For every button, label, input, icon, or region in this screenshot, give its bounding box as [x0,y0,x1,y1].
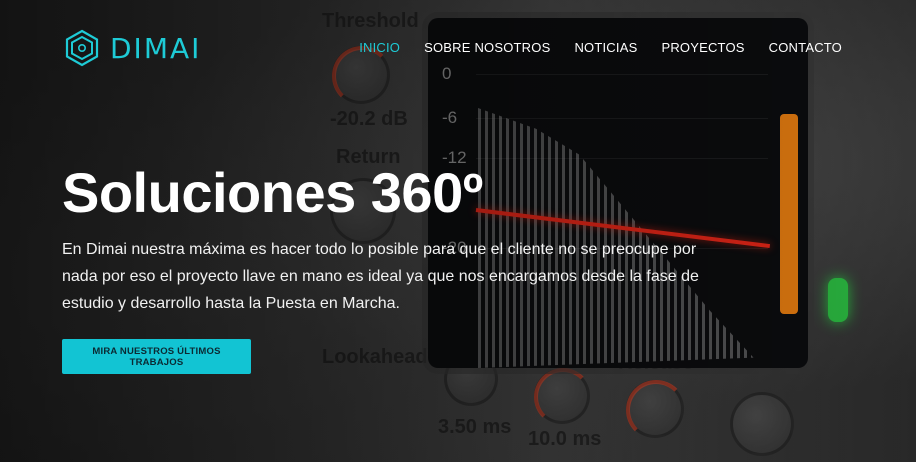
hero-description: En Dimai nuestra máxima es hacer todo lo… [62,241,699,312]
brand-name: DIMAI [110,31,202,65]
view-works-button[interactable]: MIRA NUESTROS ÚLTIMOS TRABAJOS [62,339,251,374]
nav-item-proyectos[interactable]: PROYECTOS [661,40,744,55]
nav-item-contacto[interactable]: CONTACTO [769,40,842,55]
hexagon-logo-icon [62,28,102,68]
nav-item-inicio[interactable]: INICIO [359,40,400,55]
nav-item-sobre-nosotros[interactable]: SOBRE NOSOTROS [424,40,550,55]
main-nav: INICIO SOBRE NOSOTROS NOTICIAS PROYECTOS… [359,40,842,55]
site-logo[interactable]: DIMAI [62,28,201,68]
hero-title: Soluciones 360º [62,161,483,224]
hero-overlay [0,0,916,462]
hero-background: Threshold -20.2 dB Return Lookahead Atta… [0,0,916,462]
nav-item-noticias[interactable]: NOTICIAS [574,40,637,55]
